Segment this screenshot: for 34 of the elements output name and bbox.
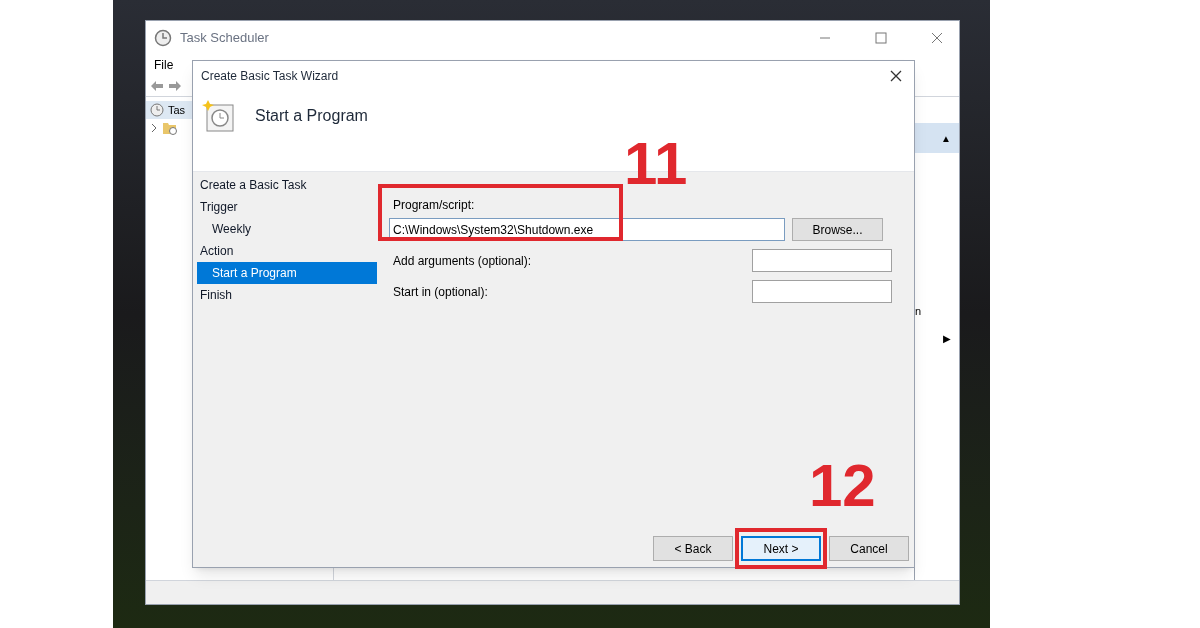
close-icon[interactable] bbox=[890, 70, 902, 82]
collapse-arrow[interactable]: ▲ bbox=[941, 130, 951, 146]
input-field[interactable] bbox=[752, 249, 892, 272]
wizard-step[interactable]: Trigger bbox=[197, 196, 377, 218]
clock-icon bbox=[154, 29, 172, 47]
dialog-title: Create Basic Task Wizard bbox=[201, 68, 339, 85]
step-number: 11 bbox=[624, 134, 688, 194]
wizard-button[interactable]: Cancel bbox=[829, 536, 909, 561]
window-title: Task Scheduler bbox=[180, 29, 269, 48]
wizard-step[interactable]: Create a Basic Task bbox=[197, 174, 377, 196]
wizard-step[interactable]: Start a Program bbox=[197, 262, 377, 284]
wizard-step[interactable]: Finish bbox=[197, 284, 377, 306]
clock-icon bbox=[150, 103, 164, 117]
submenu-arrow[interactable]: ▶ bbox=[943, 330, 951, 346]
wizard-button[interactable]: Next > bbox=[741, 536, 821, 561]
wizard-button[interactable]: < Back bbox=[653, 536, 733, 561]
chevron-icon[interactable] bbox=[150, 123, 158, 133]
field-label: Add arguments (optional): bbox=[393, 252, 532, 270]
field-label: Program/script: bbox=[393, 197, 476, 212]
wizard-clock-icon bbox=[201, 99, 235, 133]
forward-arrow-icon[interactable] bbox=[168, 79, 182, 92]
menu-item[interactable]: File bbox=[154, 56, 174, 74]
wizard-step[interactable]: Action bbox=[197, 240, 377, 262]
wizard-step[interactable]: Weekly bbox=[197, 218, 377, 240]
back-arrow-icon[interactable] bbox=[150, 79, 164, 92]
cut-off-text: n bbox=[915, 304, 923, 319]
step-number: 12 bbox=[809, 456, 876, 516]
field-label: Start in (optional): bbox=[393, 283, 488, 301]
browse-button[interactable]: Browse... bbox=[792, 218, 883, 241]
maximize-icon[interactable] bbox=[875, 32, 887, 44]
tree-item[interactable]: Tas bbox=[168, 101, 186, 119]
page-heading: Start a Program bbox=[255, 106, 368, 126]
folder-clock-icon bbox=[162, 121, 178, 135]
input-field[interactable] bbox=[752, 280, 892, 303]
